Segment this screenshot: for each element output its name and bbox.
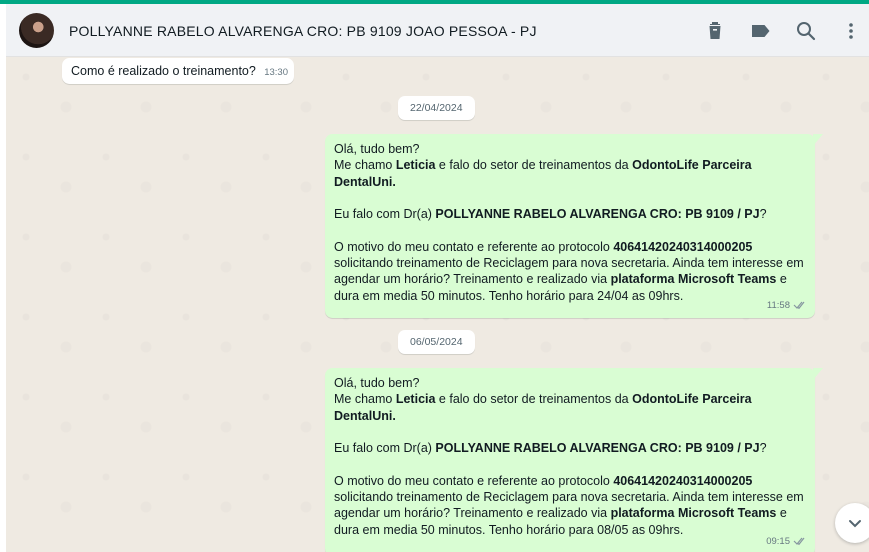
message-blank-line	[334, 456, 806, 472]
text-span: Me chamo	[334, 158, 396, 173]
message-line: dura em media 50 minutos. Tenho horário …	[334, 522, 684, 537]
more-vertical-icon[interactable]	[839, 19, 863, 43]
double-check-icon	[793, 537, 805, 545]
double-check-icon	[793, 301, 805, 309]
label-icon[interactable]	[749, 19, 773, 43]
avatar[interactable]	[19, 13, 54, 48]
message-line: agendar um horário? Treinamento e realiz…	[334, 271, 806, 287]
message-line: agendar um horário? Treinamento e realiz…	[334, 505, 806, 521]
message-line: Olá, tudo bem?	[334, 142, 420, 156]
text-span: agendar um horário? Treinamento e realiz…	[334, 506, 611, 521]
chat-header: POLLYANNE RABELO ALVARENGA CRO: PB 9109 …	[6, 4, 869, 57]
bold-company: DentalUni.	[334, 408, 396, 423]
time-text: 09:15	[766, 535, 790, 547]
bold-company: DentalUni.	[334, 174, 396, 189]
date-separator: 22/04/2024	[398, 96, 475, 120]
bold-platform: plataforma Microsoft Teams	[610, 506, 777, 521]
bold-protocol: 40641420240314000205	[613, 473, 753, 488]
message-line: Eu falo com Dr(a) POLLYANNE RABELO ALVAR…	[334, 206, 806, 222]
bold-name: Leticia	[395, 158, 436, 173]
bold-contact: POLLYANNE RABELO ALVARENGA CRO: PB 9109 …	[435, 207, 760, 222]
text-span: O motivo do meu contato e referente ao p…	[334, 473, 614, 488]
message-line: dura em media 50 minutos. Tenho horário …	[334, 288, 684, 303]
time-text: 11:58	[766, 299, 790, 311]
message-line: DentalUni.	[334, 408, 806, 424]
bubble-tail	[813, 368, 823, 380]
message-line: solicitando treinamento de Reciclagem pa…	[334, 256, 804, 271]
incoming-message[interactable]: Como é realizado o treinamento? 13:30	[62, 58, 294, 84]
bold-platform: plataforma Microsoft Teams	[610, 272, 777, 287]
text-span: e	[776, 506, 787, 521]
text-span: Eu falo com Dr(a)	[334, 207, 436, 222]
text-span: e falo do setor de treinamentos da	[435, 158, 633, 173]
search-icon[interactable]	[794, 19, 818, 43]
message-time: 09:15	[766, 534, 807, 550]
message-line: Me chamo Leticia e falo do setor de trei…	[334, 157, 806, 173]
message-text: Como é realizado o treinamento?	[71, 64, 256, 78]
message-line: solicitando treinamento de Reciclagem pa…	[334, 490, 804, 505]
message-blank-line	[334, 222, 806, 238]
outgoing-message[interactable]: Olá, tudo bem? Me chamo Leticia e falo d…	[325, 368, 823, 552]
bubble-tail	[813, 134, 823, 146]
chat-area[interactable]: Como é realizado o treinamento? 13:30 22…	[6, 57, 869, 552]
message-time: 13:30	[264, 66, 288, 78]
text-span: ?	[759, 441, 767, 456]
message-line: Eu falo com Dr(a) POLLYANNE RABELO ALVAR…	[334, 440, 806, 456]
message-line: Olá, tudo bem?	[334, 376, 420, 390]
scroll-to-bottom-button[interactable]	[835, 503, 869, 543]
message-blank-line	[334, 190, 806, 206]
message-line: Me chamo Leticia e falo do setor de trei…	[334, 391, 806, 407]
text-span: e falo do setor de treinamentos da	[435, 392, 633, 407]
text-span: e	[776, 272, 787, 287]
bold-company: OdontoLife Parceira	[632, 392, 752, 407]
bold-name: Leticia	[395, 392, 436, 407]
bold-contact: POLLYANNE RABELO ALVARENGA CRO: PB 9109 …	[435, 441, 760, 456]
trash-icon[interactable]	[703, 19, 727, 43]
message-line: DentalUni.	[334, 174, 806, 190]
bold-protocol: 40641420240314000205	[613, 239, 753, 254]
text-span: Eu falo com Dr(a)	[334, 441, 436, 456]
text-span: O motivo do meu contato e referente ao p…	[334, 239, 614, 254]
text-span: Me chamo	[334, 392, 396, 407]
message-blank-line	[334, 424, 806, 440]
text-span: agendar um horário? Treinamento e realiz…	[334, 272, 611, 287]
chevron-down-icon	[849, 520, 861, 528]
message-line: O motivo do meu contato e referente ao p…	[334, 239, 806, 255]
text-span: ?	[759, 207, 767, 222]
outgoing-message[interactable]: Olá, tudo bem? Me chamo Leticia e falo d…	[325, 134, 823, 318]
message-time: 11:58	[767, 298, 807, 314]
contact-name[interactable]: POLLYANNE RABELO ALVARENGA CRO: PB 9109 …	[69, 23, 537, 39]
date-separator: 06/05/2024	[398, 330, 475, 354]
message-line: O motivo do meu contato e referente ao p…	[334, 473, 806, 489]
bold-company: OdontoLife Parceira	[632, 158, 752, 173]
